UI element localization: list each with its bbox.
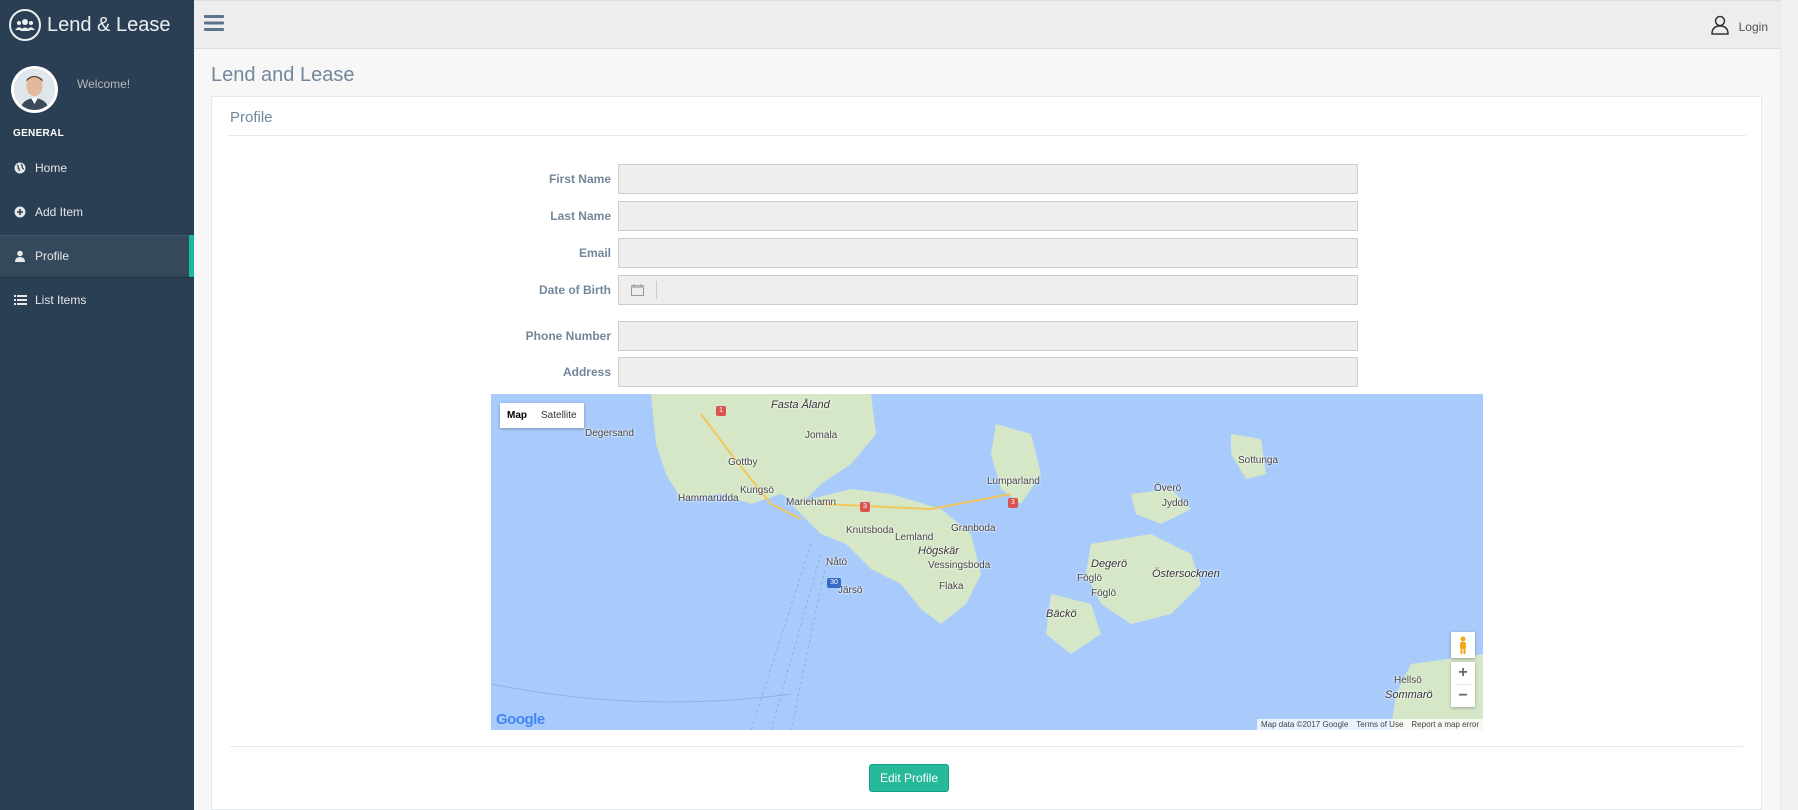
google-logo-text: Google	[496, 711, 545, 728]
menu-toggle-icon[interactable]	[204, 14, 226, 36]
map-place-label: Östersocknen	[1152, 568, 1220, 580]
map-place-label: Sottunga	[1238, 455, 1279, 466]
terms-of-use-link[interactable]: Terms of Use	[1356, 720, 1403, 729]
map-place-label: Nåtö	[826, 557, 848, 568]
map-place-label: Järsö	[838, 585, 863, 596]
sidebar-nav: Home Add Item Profile List Items	[0, 147, 194, 321]
user-outline-icon	[1710, 15, 1729, 38]
map-place-label: Föglö	[1091, 588, 1117, 599]
sidebar-item-label: Add Item	[35, 205, 84, 219]
sidebar-item-list-items[interactable]: List Items	[0, 279, 194, 321]
map-data-credit: Map data ©2017 Google	[1260, 720, 1349, 729]
plus-circle-icon	[13, 205, 27, 219]
top-nav: Login	[194, 0, 1780, 49]
map-place-label: Lemland	[895, 532, 934, 543]
brand[interactable]: Lend & Lease	[0, 0, 194, 50]
map-type-control: Map Satellite	[500, 403, 584, 428]
map-place-label: Bäckö	[1046, 608, 1077, 620]
globe-icon	[13, 161, 27, 175]
map-place-label: Föglö	[1077, 573, 1103, 584]
sidebar-item-home[interactable]: Home	[0, 147, 194, 189]
map-place-label: Kungsö	[740, 485, 774, 496]
sidebar: Lend & Lease Welcome! GENERAL Home Add I…	[0, 0, 194, 810]
map-type-satellite-button[interactable]: Satellite	[534, 403, 584, 428]
section-label: GENERAL	[13, 128, 64, 139]
users-icon	[9, 9, 41, 41]
zoom-in-button[interactable]: +	[1451, 662, 1475, 684]
map-place-label: Hellsö	[1394, 675, 1422, 686]
location-map[interactable]: Map Satellite Fasta Åland Degersand Joma…	[491, 394, 1483, 730]
dob-input[interactable]	[618, 275, 1358, 305]
address-row: Address	[212, 357, 1761, 387]
map-place-label: Gottby	[728, 457, 758, 468]
sidebar-item-label: Home	[35, 161, 68, 175]
map-type-map-button[interactable]: Map	[500, 403, 534, 428]
edit-profile-button[interactable]: Edit Profile	[869, 764, 949, 792]
first-name-label: First Name	[548, 172, 611, 186]
zoom-control: + −	[1451, 662, 1475, 707]
email-row: Email	[212, 238, 1761, 268]
dob-label: Date of Birth	[539, 283, 611, 297]
right-gutter	[1780, 0, 1798, 810]
login-label: Login	[1738, 19, 1768, 34]
map-place-label: Granboda	[951, 523, 996, 534]
map-place-label: Hammarudda	[678, 493, 739, 504]
sidebar-item-add-item[interactable]: Add Item	[0, 191, 194, 233]
road-badge: 3	[1008, 498, 1018, 508]
road-badge: 30	[827, 578, 841, 588]
address-label: Address	[562, 365, 611, 379]
email-input[interactable]	[618, 238, 1358, 268]
welcome-text: Welcome!	[77, 77, 131, 91]
map-place-label: Högskär	[918, 545, 959, 557]
list-icon	[13, 293, 27, 307]
email-label: Email	[578, 246, 611, 260]
calendar-icon[interactable]	[619, 281, 657, 299]
map-place-label: Mariehamn	[786, 497, 837, 508]
road-badge: 3	[860, 502, 870, 512]
page-title: Lend and Lease	[211, 64, 355, 86]
map-place-label: Degersand	[585, 428, 634, 439]
login-link[interactable]: Login	[1710, 15, 1768, 38]
last-name-label: Last Name	[550, 209, 611, 223]
address-input[interactable]	[618, 357, 1358, 387]
sidebar-item-label: List Items	[35, 293, 87, 307]
sidebar-item-profile[interactable]: Profile	[0, 235, 194, 277]
map-place-label: Fasta Åland	[771, 399, 830, 411]
dob-row: Date of Birth	[212, 275, 1761, 305]
map-place-label: Överö	[1154, 483, 1182, 494]
user-icon	[13, 249, 27, 263]
map-place-label: Sommarö	[1385, 689, 1433, 701]
phone-row: Phone Number	[212, 321, 1761, 351]
phone-input[interactable]	[618, 321, 1358, 351]
map-place-label: Lumparland	[987, 476, 1040, 487]
map-place-label: Knutsboda	[846, 525, 894, 536]
zoom-out-button[interactable]: −	[1451, 685, 1475, 707]
first-name-input[interactable]	[618, 164, 1358, 194]
map-place-label: Vessingsboda	[928, 560, 991, 571]
divider	[227, 135, 1746, 136]
profile-block: Welcome!	[0, 50, 194, 124]
road-badge: 1	[716, 406, 726, 416]
last-name-row: Last Name	[212, 201, 1761, 231]
divider	[230, 746, 1743, 747]
first-name-row: First Name	[212, 164, 1761, 194]
google-logo: Google	[496, 711, 545, 728]
phone-label: Phone Number	[525, 329, 611, 343]
avatar	[11, 66, 58, 113]
panel-title: Profile	[230, 109, 273, 126]
last-name-input[interactable]	[618, 201, 1358, 231]
map-place-label: Flaka	[939, 581, 964, 592]
report-map-error-link[interactable]: Report a map error	[1411, 720, 1479, 729]
street-view-pegman-icon[interactable]	[1451, 632, 1475, 658]
map-place-label: Degerö	[1091, 558, 1128, 570]
sidebar-item-label: Profile	[35, 249, 70, 263]
profile-panel: Profile First Name Last Name Email Date …	[211, 96, 1762, 810]
map-place-label: Jyddö	[1162, 498, 1189, 509]
brand-title: Lend & Lease	[47, 13, 171, 36]
map-attribution: Map data ©2017 Google Terms of Use Repor…	[1256, 719, 1483, 730]
map-place-label: Jomala	[805, 430, 838, 441]
